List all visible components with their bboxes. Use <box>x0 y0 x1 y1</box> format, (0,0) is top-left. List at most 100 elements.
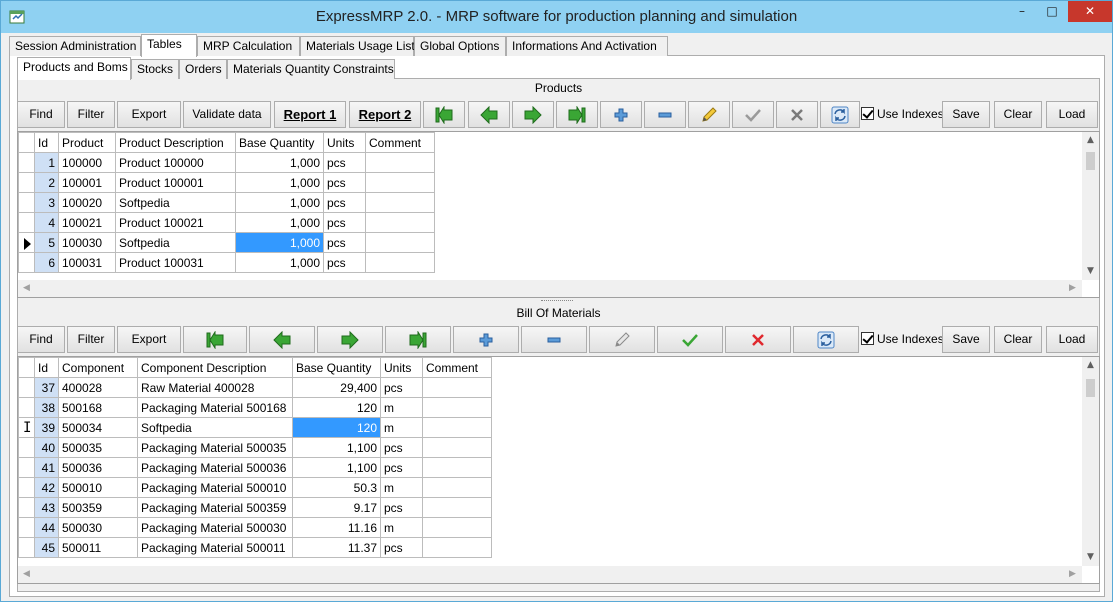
cell-component[interactable]: 500359 <box>58 497 138 518</box>
products-load-button[interactable]: Load <box>1046 101 1098 128</box>
table-row[interactable]: 1 100000 Product 100000 1,000 pcs <box>18 152 435 173</box>
cell-units[interactable]: pcs <box>323 152 366 173</box>
cell-product[interactable]: 100000 <box>58 152 116 173</box>
cell-product[interactable]: 100030 <box>58 232 116 253</box>
scroll-down-icon[interactable]: ▼ <box>1082 549 1099 566</box>
panel-splitter[interactable] <box>541 300 573 303</box>
scroll-right-icon[interactable]: ▶ <box>1064 566 1081 583</box>
cell-id[interactable]: 2 <box>34 172 59 193</box>
column-header-product-description[interactable]: Product Description <box>115 132 236 153</box>
cell-base-quantity[interactable]: 1,100 <box>292 457 381 478</box>
products-confirm-check-icon[interactable] <box>732 101 774 128</box>
cell-comment[interactable] <box>422 377 492 398</box>
boms-cancel-x-icon[interactable] <box>725 326 791 353</box>
cell-id[interactable]: 1 <box>34 152 59 173</box>
cell-component-description[interactable]: Packaging Material 500011 <box>137 537 293 558</box>
cell-base-quantity[interactable]: 11.37 <box>292 537 381 558</box>
cell-base-quantity[interactable]: 1,000 <box>235 252 324 273</box>
row-indicator[interactable]: I <box>18 417 35 438</box>
cell-units[interactable]: m <box>380 417 423 438</box>
boms-horizontal-scrollbar[interactable]: ◀ ▶ <box>18 566 1082 583</box>
cell-units[interactable]: pcs <box>323 192 366 213</box>
cell-units[interactable]: pcs <box>380 457 423 478</box>
row-indicator[interactable] <box>18 252 35 273</box>
cell-base-quantity-selected[interactable]: 1,000 <box>235 232 324 253</box>
column-header-base-quantity[interactable]: Base Quantity <box>292 357 381 378</box>
cell-units[interactable]: m <box>380 477 423 498</box>
cell-component-description[interactable]: Packaging Material 500359 <box>137 497 293 518</box>
cell-base-quantity-selected[interactable]: 120 <box>292 417 381 438</box>
cell-product[interactable]: 100031 <box>58 252 116 273</box>
products-edit-pencil-icon[interactable] <box>688 101 730 128</box>
cell-comment[interactable] <box>422 517 492 538</box>
scroll-thumb[interactable] <box>1086 152 1095 170</box>
cell-comment[interactable] <box>365 172 435 193</box>
cell-base-quantity[interactable]: 9.17 <box>292 497 381 518</box>
boms-first-record-icon[interactable] <box>183 326 247 353</box>
row-indicator[interactable] <box>18 497 35 518</box>
cell-id[interactable]: 39 <box>34 417 59 438</box>
table-row[interactable]: 40 500035 Packaging Material 500035 1,10… <box>18 437 492 458</box>
cell-product-description[interactable]: Product 100031 <box>115 252 236 273</box>
boms-edit-pencil-icon[interactable] <box>589 326 655 353</box>
tab-global-options[interactable]: Global Options <box>414 36 506 56</box>
cell-id[interactable]: 4 <box>34 212 59 233</box>
column-header-comment[interactable]: Comment <box>422 357 492 378</box>
table-row[interactable]: 38 500168 Packaging Material 500168 120 … <box>18 397 492 418</box>
column-header-component-description[interactable]: Component Description <box>137 357 293 378</box>
cell-id[interactable]: 41 <box>34 457 59 478</box>
cell-component[interactable]: 500034 <box>58 417 138 438</box>
boms-previous-record-icon[interactable] <box>249 326 315 353</box>
cell-component-description[interactable]: Packaging Material 500030 <box>137 517 293 538</box>
cell-component-description[interactable]: Packaging Material 500036 <box>137 457 293 478</box>
cell-product-description[interactable]: Product 100001 <box>115 172 236 193</box>
cell-id[interactable]: 37 <box>34 377 59 398</box>
column-header-product[interactable]: Product <box>58 132 116 153</box>
row-indicator[interactable] <box>18 517 35 538</box>
cell-id[interactable]: 3 <box>34 192 59 213</box>
cell-units[interactable]: m <box>380 517 423 538</box>
products-refresh-icon[interactable] <box>820 101 860 128</box>
row-indicator[interactable] <box>18 192 35 213</box>
column-header-units[interactable]: Units <box>380 357 423 378</box>
row-indicator[interactable] <box>18 477 35 498</box>
products-report2-button[interactable]: Report 2 <box>349 101 421 128</box>
cell-comment[interactable] <box>422 497 492 518</box>
scroll-right-icon[interactable]: ▶ <box>1064 280 1081 297</box>
cell-base-quantity[interactable]: 11.16 <box>292 517 381 538</box>
boms-save-button[interactable]: Save <box>942 326 990 353</box>
cell-id[interactable]: 44 <box>34 517 59 538</box>
table-row[interactable]: 4 100021 Product 100021 1,000 pcs <box>18 212 435 233</box>
cell-id[interactable]: 6 <box>34 252 59 273</box>
cell-id[interactable]: 40 <box>34 437 59 458</box>
products-add-icon[interactable] <box>600 101 642 128</box>
cell-comment[interactable] <box>422 417 492 438</box>
tab-orders[interactable]: Orders <box>179 59 227 79</box>
row-indicator[interactable] <box>18 457 35 478</box>
cell-component-description[interactable]: Packaging Material 500010 <box>137 477 293 498</box>
cell-units[interactable]: pcs <box>380 437 423 458</box>
cell-comment[interactable] <box>365 152 435 173</box>
cell-id[interactable]: 45 <box>34 537 59 558</box>
boms-use-indexes-checkbox[interactable]: Use Indexes <box>861 332 944 348</box>
column-header-units[interactable]: Units <box>323 132 366 153</box>
column-header-component[interactable]: Component <box>58 357 138 378</box>
products-find-button[interactable]: Find <box>17 101 65 128</box>
table-row[interactable]: 43 500359 Packaging Material 500359 9.17… <box>18 497 492 518</box>
cell-component[interactable]: 500036 <box>58 457 138 478</box>
cell-base-quantity[interactable]: 1,000 <box>235 172 324 193</box>
tab-materials-quantity-constraints[interactable]: Materials Quantity Constraints <box>227 59 395 79</box>
cell-product[interactable]: 100001 <box>58 172 116 193</box>
cell-units[interactable]: pcs <box>323 212 366 233</box>
cell-base-quantity[interactable]: 50.3 <box>292 477 381 498</box>
cell-product-description[interactable]: Product 100021 <box>115 212 236 233</box>
cell-component[interactable]: 500011 <box>58 537 138 558</box>
close-button[interactable]: ✕ <box>1068 1 1112 22</box>
cell-product[interactable]: 100020 <box>58 192 116 213</box>
products-clear-button[interactable]: Clear <box>994 101 1042 128</box>
cell-product[interactable]: 100021 <box>58 212 116 233</box>
table-row[interactable]: 42 500010 Packaging Material 500010 50.3… <box>18 477 492 498</box>
products-validate-data-button[interactable]: Validate data <box>183 101 271 128</box>
cell-component-description[interactable]: Softpedia <box>137 417 293 438</box>
cell-base-quantity[interactable]: 1,000 <box>235 212 324 233</box>
